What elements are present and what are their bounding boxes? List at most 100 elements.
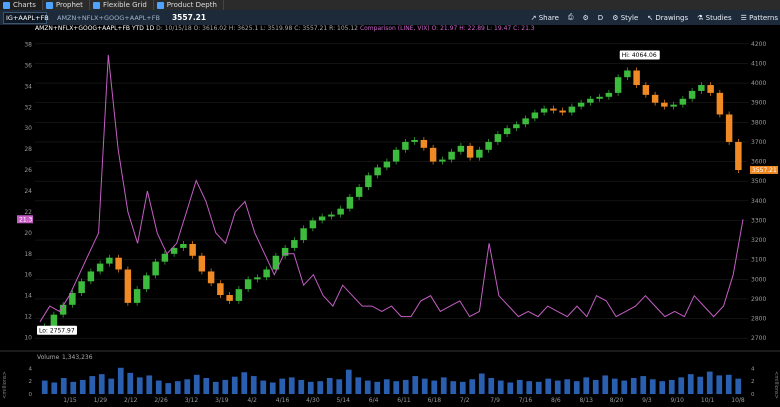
volume-bar	[260, 380, 267, 394]
candle	[411, 139, 418, 142]
period-button[interactable]: D	[598, 14, 603, 22]
low-bubble-label: Lo: 2757.97	[39, 327, 75, 334]
right-axis-tick: 4000	[751, 80, 766, 87]
volume-bar	[212, 381, 219, 394]
candle	[170, 247, 178, 254]
volume-bar	[298, 379, 305, 394]
candle	[69, 293, 76, 305]
left-axis-tick: 28	[24, 146, 32, 153]
candle	[716, 92, 724, 115]
volume-bar	[459, 381, 466, 394]
candle	[513, 124, 520, 129]
volume-bar	[231, 376, 238, 394]
volume-bar	[421, 378, 428, 394]
candle	[383, 161, 391, 168]
tab-product-depth[interactable]: Product Depth	[154, 0, 224, 10]
candle	[429, 147, 437, 162]
right-axis-tick: 2800	[751, 316, 766, 323]
left-axis-tick: 32	[24, 104, 32, 111]
volume-value: 1,343,236	[62, 354, 93, 361]
patterns-button[interactable]: ☰ Patterns	[741, 14, 778, 22]
volume-bar	[336, 379, 343, 394]
x-axis-tick: 6/11	[397, 397, 411, 404]
candle	[457, 145, 465, 152]
volume-bar	[326, 378, 333, 394]
chart-info-bar: AMZN+NFLX+GOOG+AAPL+FB YTD 1D D: 10/15/1…	[35, 25, 535, 32]
volume-bar	[184, 379, 191, 394]
symbol-input[interactable]: IG+AAPL+FB	[3, 11, 49, 24]
volume-bar	[383, 379, 390, 394]
settings-icon[interactable]: ⚙	[583, 14, 589, 22]
print-icon[interactable]: ⎙	[568, 13, 574, 22]
volume-bar	[70, 381, 77, 394]
volume-bar	[355, 377, 362, 394]
high-bubble-label: Hi: 4064.06	[622, 52, 657, 59]
candle	[217, 283, 224, 296]
volume-bar	[307, 381, 314, 394]
volume-tick: 0	[29, 392, 33, 398]
volume-bar	[402, 379, 409, 394]
right-axis-tick: 3600	[751, 159, 766, 166]
tab-prophet[interactable]: Prophet	[43, 0, 90, 10]
volume-bar	[640, 376, 647, 394]
candle	[725, 114, 733, 142]
candle	[476, 149, 483, 158]
volume-bar	[89, 376, 96, 394]
share-button[interactable]: ↗ Share	[531, 14, 559, 22]
x-axis-tick: 6/18	[428, 397, 442, 404]
volume-bar	[602, 375, 609, 394]
candle	[577, 102, 585, 107]
style-button[interactable]: ⚙ Style	[612, 14, 638, 22]
right-axis-tick: 3100	[751, 257, 766, 264]
grid-icon	[92, 1, 100, 9]
volume-bar	[345, 369, 352, 394]
comparison-symbol[interactable]: AMZN+NFLX+GOOG+AAPL+FB	[57, 14, 160, 22]
candle	[143, 275, 150, 290]
price-chart[interactable]: 2700280029003000310032003300340035003600…	[0, 0, 780, 407]
candle	[328, 214, 335, 217]
depth-icon	[156, 1, 164, 9]
x-axis-tick: 4/30	[306, 397, 320, 404]
candle	[254, 277, 261, 280]
volume-bar	[706, 371, 713, 394]
tab-charts[interactable]: Charts	[0, 0, 43, 10]
vix-tag-label: 21.3	[19, 216, 33, 223]
x-axis-tick: 8/13	[579, 397, 593, 404]
right-axis-tick: 3200	[751, 237, 766, 244]
candle	[642, 85, 650, 95]
candle	[485, 141, 492, 150]
volume-bar	[79, 379, 86, 394]
candle	[707, 85, 714, 93]
candle	[78, 281, 85, 294]
volume-bar	[374, 381, 381, 394]
right-axis-tick: 2700	[751, 335, 766, 342]
volume-bar	[649, 379, 656, 394]
volume-tick-right: 2	[751, 379, 755, 385]
charts-icon	[3, 1, 10, 9]
volume-bar	[51, 382, 58, 394]
tab-flexible-grid[interactable]: Flexible Grid	[90, 0, 154, 10]
x-axis-tick: 10/8	[731, 397, 745, 404]
candle	[124, 269, 132, 303]
x-axis-tick: 4/16	[276, 397, 290, 404]
x-axis-tick: 9/10	[671, 397, 685, 404]
candle	[272, 255, 280, 270]
high-bubble	[619, 50, 660, 60]
volume-bar	[241, 372, 248, 394]
candle	[688, 90, 696, 99]
volume-bar	[735, 378, 742, 394]
left-axis-tick: 34	[24, 83, 32, 90]
x-axis-tick: 8/6	[551, 397, 561, 404]
volume-bar	[193, 374, 200, 394]
price-tag	[750, 165, 778, 174]
studies-button[interactable]: ⚗ Studies	[697, 14, 731, 22]
x-axis-tick: 4/2	[247, 397, 257, 404]
candle	[291, 240, 298, 248]
drawings-button[interactable]: ↖ Drawings	[647, 14, 688, 22]
candle	[633, 70, 640, 86]
left-axis-tick: 16	[24, 272, 32, 279]
volume-bar	[279, 378, 286, 394]
left-axis-tick: 12	[24, 314, 32, 321]
right-axis-tick: 2900	[751, 296, 766, 303]
volume-bar	[440, 377, 447, 394]
